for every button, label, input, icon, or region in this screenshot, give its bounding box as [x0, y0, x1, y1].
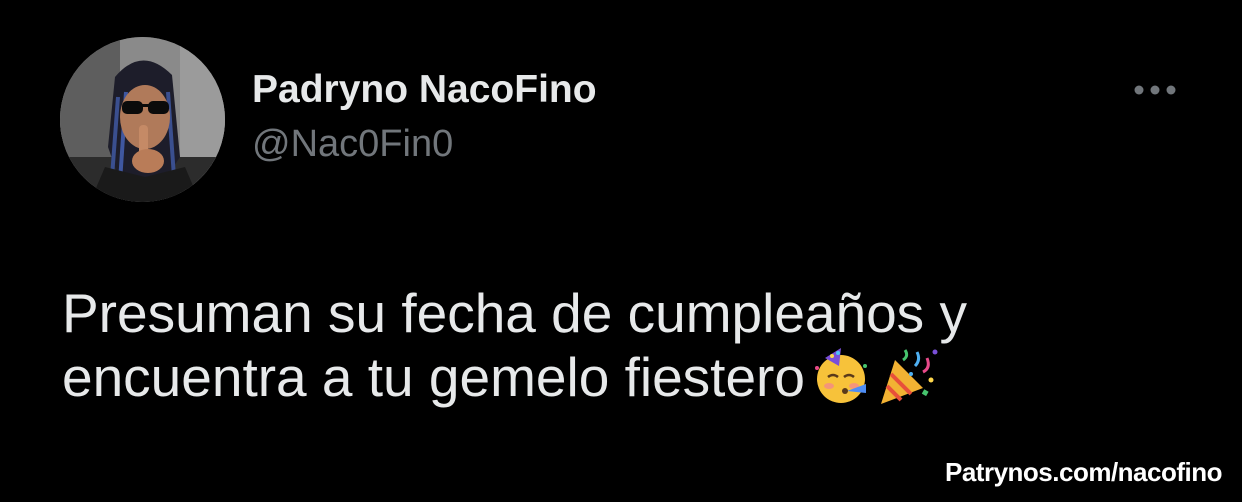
author-avatar[interactable] [60, 37, 225, 202]
partying-face-emoji-icon [811, 346, 871, 419]
tweet-text-line: encuentra a tu gemelo fiestero [62, 346, 805, 408]
author-handle[interactable]: @Nac0Fin0 [252, 120, 597, 168]
watermark: Patrynos.com/nacofino [945, 457, 1223, 487]
avatar-image [60, 37, 225, 202]
party-popper-emoji-icon [877, 346, 939, 419]
tweet-text-line: Presuman su fecha de cumpleaños y [62, 282, 967, 344]
more-horizontal-icon [1134, 85, 1176, 95]
author-display-name[interactable]: Padryno NacoFino [252, 66, 597, 114]
tweet-text-line-with-emojis: encuentra a tu gemelo fiestero [62, 345, 1182, 419]
more-options-button[interactable] [1128, 76, 1182, 104]
tweet-text: Presuman su fecha de cumpleaños y encuen… [62, 281, 1182, 419]
tweet-card: Padryno NacoFino @Nac0Fin0 Presuman su f… [0, 0, 1242, 502]
tweet-author: Padryno NacoFino @Nac0Fin0 [252, 66, 597, 168]
